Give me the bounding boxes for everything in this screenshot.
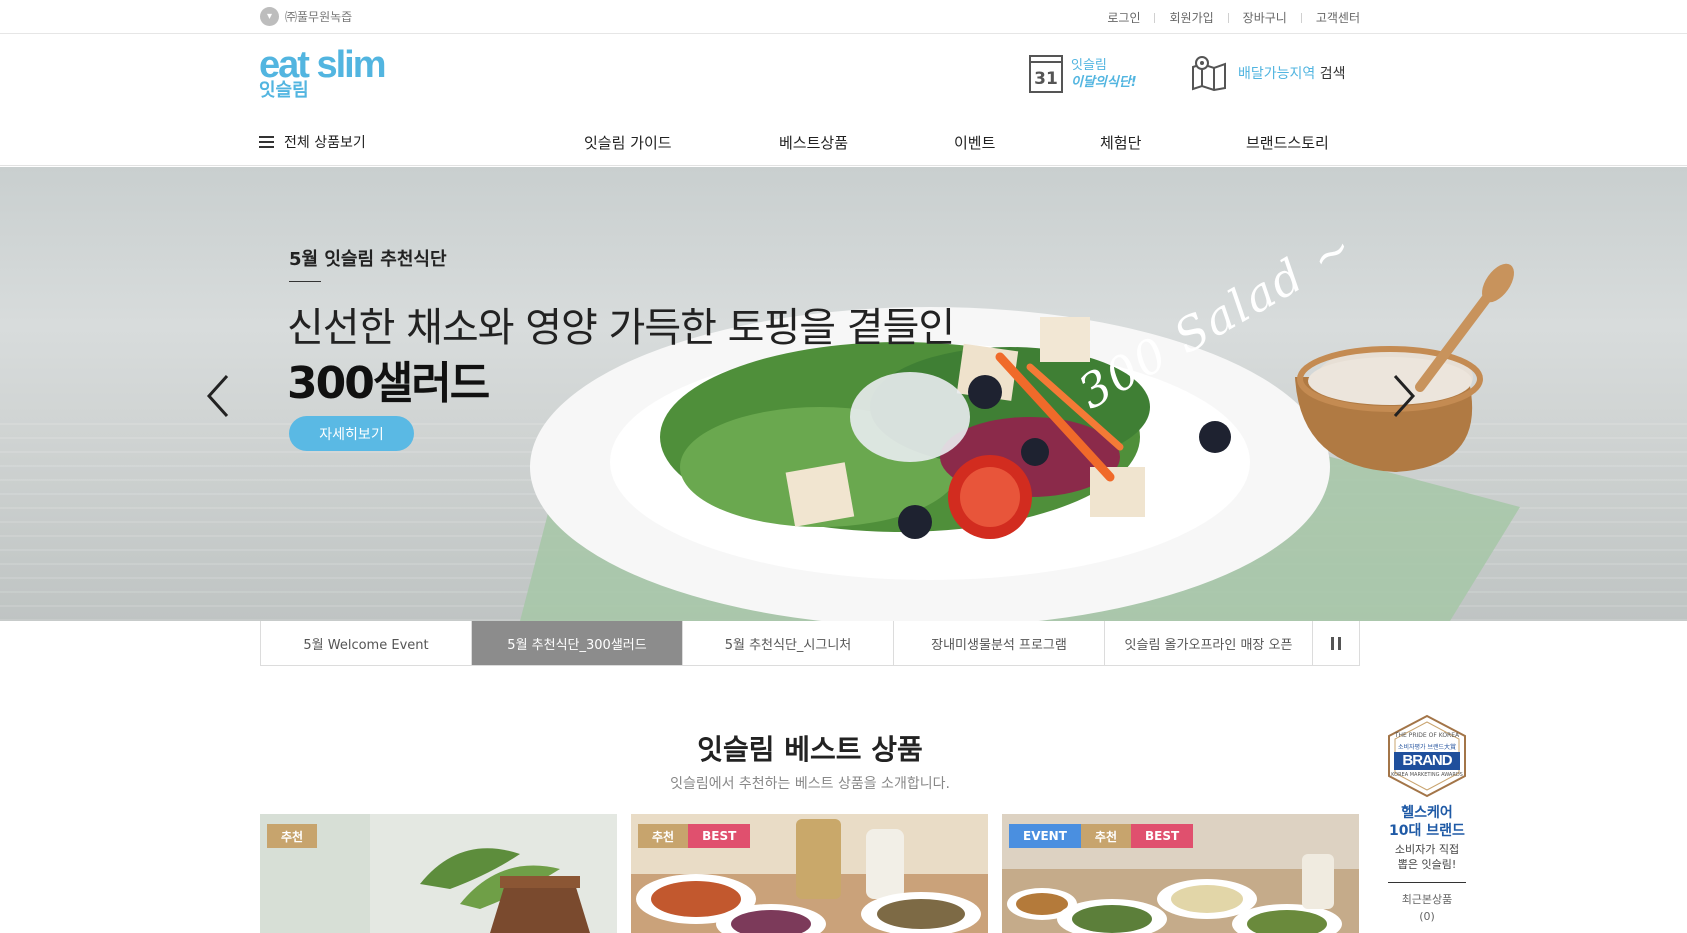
divider (1227, 12, 1229, 23)
tab-offline-store[interactable]: 잇슬림 올가오프라인 매장 오픈 (1105, 621, 1313, 665)
product-card[interactable]: 추천 BEST (631, 814, 988, 933)
award-desc-line2: 뽑은 잇슬림! (1397, 858, 1457, 871)
map-pin-icon (1192, 56, 1226, 91)
product-badges: 추천 (267, 824, 318, 848)
chevron-down-icon: ▾ (260, 7, 279, 26)
award-title-line2: 10대 브랜드 (1389, 823, 1465, 839)
recent-products-link[interactable]: 최근본상품 (0) (1386, 891, 1468, 925)
monthly-menu-link[interactable]: 31 잇슬림 이달의식단! (1029, 55, 1137, 93)
top-utility-bar: ▾ ㈜풀무원녹즙 로그인 회원가입 장바구니 고객센터 (0, 0, 1687, 34)
hero-headline: 신선한 채소와 영양 가득한 토핑을 곁들인 (287, 305, 955, 351)
badge-recommend: 추천 (1080, 824, 1132, 848)
divider (1154, 12, 1156, 23)
badge-recommend: 추천 (638, 824, 689, 848)
award-title-line1: 헬스케어 (1401, 805, 1453, 821)
cart-link[interactable]: 장바구니 (1243, 9, 1287, 26)
family-site-selector[interactable]: ▾ ㈜풀무원녹즙 (260, 7, 352, 26)
slide-tabs: 5월 Welcome Event 5월 추천식단_300샐러드 5월 추천식단_… (260, 621, 1360, 666)
tab-signature[interactable]: 5월 추천식단_시그니처 (683, 621, 894, 665)
all-products-button[interactable]: 전체 상품보기 (259, 132, 366, 152)
brand-award-emblem: THE PRIDE OF KOREA 소비자평가 브랜드大賞 BRAND KOR… (1386, 714, 1468, 798)
monthly-menu-line1: 잇슬림 (1071, 58, 1107, 73)
signup-link[interactable]: 회원가입 (1169, 9, 1213, 26)
divider (1388, 882, 1466, 883)
hero-detail-button[interactable]: 자세히보기 (289, 416, 414, 451)
best-section-title: 잇슬림 베스트 상품 (697, 733, 923, 766)
product-badges: EVENT 추천 BEST (1009, 824, 1194, 848)
prev-slide-icon[interactable] (203, 373, 233, 419)
award-description: 소비자가 직접 뽑은 잇슬림! (1386, 842, 1468, 872)
hero-eyebrow: 5월 잇슬림 추천식단 (289, 249, 447, 270)
badge-recommend: 추천 (267, 824, 318, 848)
hero-title: 300샐러드 (287, 358, 490, 409)
login-link[interactable]: 로그인 (1107, 9, 1140, 26)
badge-event: EVENT (1009, 824, 1081, 848)
nav-item-brand-story[interactable]: 브랜드스토리 (1246, 132, 1329, 153)
tab-300-salad[interactable]: 5월 추천식단_300샐러드 (472, 621, 683, 665)
nav-item-guide[interactable]: 잇슬림 가이드 (584, 132, 672, 153)
award-title: 헬스케어 10대 브랜드 (1386, 804, 1468, 840)
product-card[interactable]: EVENT 추천 BEST (1002, 814, 1359, 933)
emblem-bottom-text: KOREA MARKETING AWARDS (1391, 772, 1463, 778)
logo-text-en: eat slim (259, 44, 387, 86)
next-slide-icon[interactable] (1389, 373, 1419, 419)
brand-award-widget: THE PRIDE OF KOREA 소비자평가 브랜드大賞 BRAND KOR… (1386, 714, 1468, 925)
calendar-day: 31 (1034, 69, 1058, 89)
award-desc-line1: 소비자가 직접 (1394, 843, 1460, 856)
hero-divider (289, 281, 321, 282)
calendar-icon: 31 (1029, 55, 1063, 93)
divider (1300, 12, 1302, 23)
salad-illustration (520, 263, 1520, 621)
badge-best: BEST (1131, 824, 1194, 848)
recent-products-label: 최근본상품 (1401, 893, 1453, 906)
customer-center-link[interactable]: 고객센터 (1316, 9, 1360, 26)
all-products-label: 전체 상품보기 (284, 135, 366, 151)
monthly-menu-label: 잇슬림 이달의식단! (1071, 57, 1137, 91)
hamburger-menu-icon (259, 136, 274, 148)
pause-icon[interactable] (1313, 621, 1359, 665)
product-badges: 추천 BEST (638, 824, 751, 848)
company-name: ㈜풀무원녹즙 (285, 10, 353, 24)
site-logo[interactable]: eat slim 잇슬림 (259, 44, 387, 100)
emblem-mid-text: 소비자평가 브랜드大賞 (1397, 744, 1457, 751)
delivery-area-search-word: 검색 (1315, 66, 1346, 82)
delivery-area-search[interactable]: 배달가능지역 검색 (1190, 55, 1346, 91)
nav-item-experience[interactable]: 체험단 (1100, 132, 1141, 153)
nav-item-event[interactable]: 이벤트 (954, 132, 995, 153)
product-card[interactable]: 추천 (260, 814, 617, 933)
utility-links: 로그인 회원가입 장바구니 고객센터 (1107, 9, 1360, 26)
monthly-menu-line2: 이달의식단! (1071, 75, 1137, 90)
tab-gut-microbiome[interactable]: 장내미생물분석 프로그램 (894, 621, 1105, 665)
best-section-subtitle: 잇슬림에서 추천하는 베스트 상품을 소개합니다. (670, 776, 950, 792)
badge-best: BEST (688, 824, 751, 848)
recent-products-count: (0) (1419, 910, 1435, 923)
tab-welcome-event[interactable]: 5월 Welcome Event (261, 621, 472, 665)
delivery-area-label: 배달가능지역 검색 (1238, 63, 1346, 83)
emblem-top-text: THE PRIDE OF KOREA (1394, 732, 1460, 739)
nav-item-best[interactable]: 베스트상품 (779, 132, 848, 153)
emblem-brand-text: BRAND (1402, 752, 1452, 769)
delivery-area-highlight: 배달가능지역 (1238, 66, 1316, 82)
hero-banner: 300 Salad ~ 5월 잇슬림 추천식단 신선한 채소와 영양 가득한 토… (0, 167, 1687, 621)
main-navigation: 전체 상품보기 잇슬림 가이드 베스트상품 이벤트 체험단 브랜드스토리 (0, 120, 1687, 166)
